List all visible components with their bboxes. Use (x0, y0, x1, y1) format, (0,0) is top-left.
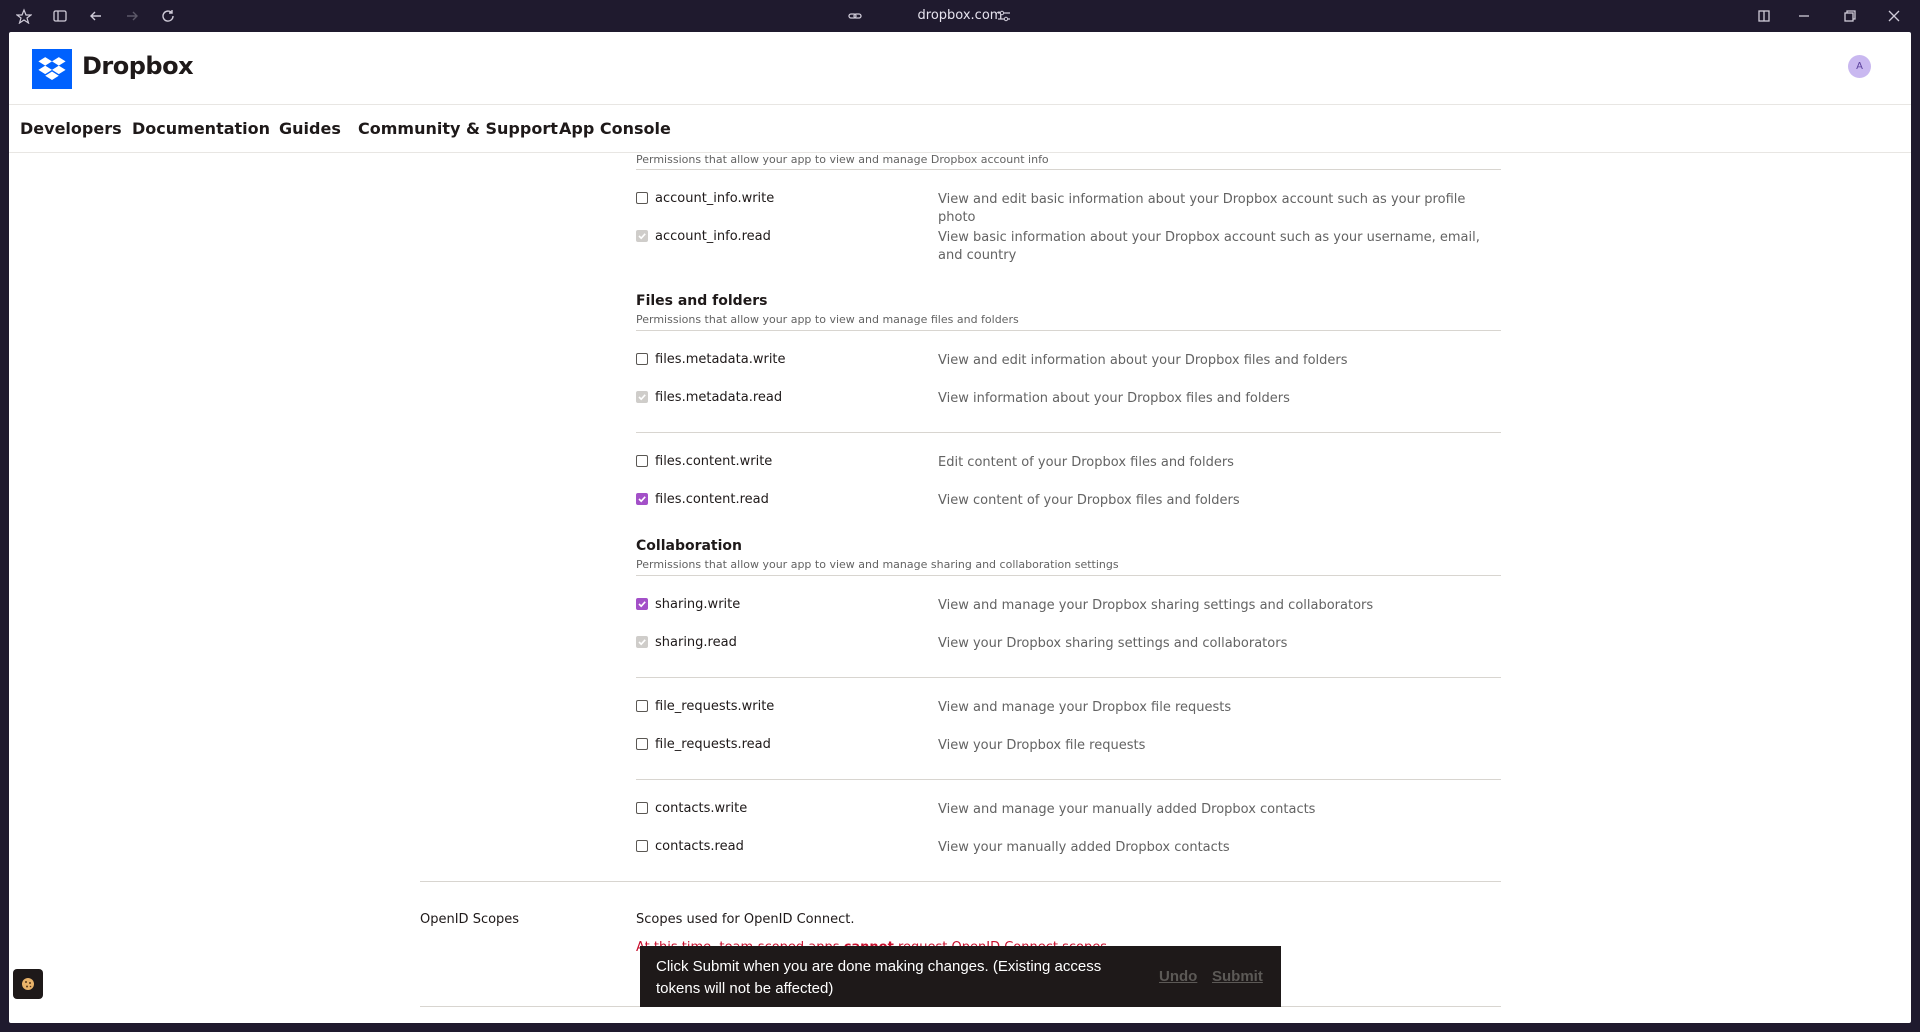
cookie-icon[interactable] (13, 969, 43, 999)
close-icon[interactable] (1884, 6, 1904, 26)
permissions-content: Permissions that allow your app to view … (9, 153, 1911, 1023)
scope-description: View your Dropbox file requests (938, 738, 1146, 753)
scope-checkbox[interactable] (636, 353, 648, 365)
scope-checkbox[interactable] (636, 738, 648, 750)
scope-row: contacts.read View your manually added D… (636, 839, 1501, 859)
scope-checkbox (636, 636, 648, 648)
site-header: Dropbox A (9, 32, 1911, 105)
scope-name: files.metadata.write (655, 352, 786, 367)
scope-description: Edit content of your Dropbox files and f… (938, 455, 1234, 470)
files-section-subtitle: Permissions that allow your app to view … (636, 313, 1019, 326)
scope-row: file_requests.read View your Dropbox fil… (636, 737, 1501, 757)
tune-icon[interactable] (994, 6, 1014, 26)
scope-checkbox[interactable] (636, 840, 648, 852)
main-nav: Developers Documentation Guides Communit… (9, 105, 1911, 153)
scope-name: files.content.write (655, 454, 773, 469)
scope-name: file_requests.write (655, 699, 775, 714)
page-viewport: Dropbox A Developers Documentation Guide… (9, 32, 1911, 1023)
nav-developers[interactable]: Developers (20, 119, 122, 138)
toast-message: Click Submit when you are done making ch… (656, 958, 1102, 997)
collaboration-section-title: Collaboration (636, 538, 743, 554)
scope-row: sharing.write View and manage your Dropb… (636, 597, 1501, 617)
divider (636, 169, 1501, 170)
logo-text[interactable]: Dropbox (82, 52, 194, 80)
scope-name: account_info.write (655, 191, 775, 206)
scope-row: contacts.write View and manage your manu… (636, 801, 1501, 821)
scope-description: View and manage your Dropbox sharing set… (938, 598, 1374, 613)
restore-icon[interactable] (1840, 6, 1860, 26)
scope-description: View content of your Dropbox files and f… (938, 493, 1240, 508)
account-info-subtitle: Permissions that allow your app to view … (636, 153, 1049, 166)
openid-scopes-label: OpenID Scopes (420, 912, 520, 927)
scope-description: View and manage your Dropbox file reques… (938, 700, 1232, 715)
scope-description: View and manage your manually added Drop… (938, 802, 1316, 817)
scope-name: sharing.read (655, 635, 737, 650)
scope-checkbox (636, 391, 648, 403)
scope-description: View basic information about your Dropbo… (938, 230, 1480, 263)
scope-name: contacts.write (655, 801, 748, 816)
divider (636, 330, 1501, 331)
scope-row: files.content.write Edit content of your… (636, 454, 1501, 474)
divider (636, 677, 1501, 678)
nav-guides[interactable]: Guides (279, 119, 341, 138)
scope-description: View and edit basic information about yo… (938, 192, 1466, 225)
divider (636, 432, 1501, 433)
scope-description: View your Dropbox sharing settings and c… (938, 636, 1288, 651)
scope-row: sharing.read View your Dropbox sharing s… (636, 635, 1501, 655)
nav-app-console[interactable]: App Console (559, 119, 671, 138)
avatar[interactable]: A (1848, 55, 1871, 78)
scope-name: files.metadata.read (655, 390, 783, 405)
scope-checkbox[interactable] (636, 598, 648, 610)
scope-checkbox[interactable] (636, 455, 648, 467)
scope-name: contacts.read (655, 839, 744, 854)
split-view-icon[interactable] (1754, 6, 1774, 26)
openid-scopes-description: Scopes used for OpenID Connect. (636, 912, 855, 927)
scope-checkbox[interactable] (636, 700, 648, 712)
address-bar[interactable]: dropbox.com (0, 8, 1920, 23)
divider (636, 575, 1501, 576)
scope-row: files.metadata.read View information abo… (636, 390, 1501, 410)
submit-toast: Click Submit when you are done making ch… (640, 946, 1281, 1007)
scope-row: files.metadata.write View and edit infor… (636, 352, 1501, 372)
submit-button[interactable]: Submit (1212, 968, 1263, 985)
divider (420, 881, 1501, 882)
scope-name: file_requests.read (655, 737, 771, 752)
files-section-title: Files and folders (636, 293, 768, 309)
scope-row: files.content.read View content of your … (636, 492, 1501, 512)
scope-description: View information about your Dropbox file… (938, 391, 1290, 406)
nav-documentation[interactable]: Documentation (132, 119, 270, 138)
scope-checkbox (636, 230, 648, 242)
browser-titlebar: dropbox.com (0, 0, 1920, 32)
collaboration-section-subtitle: Permissions that allow your app to view … (636, 558, 1119, 571)
scope-checkbox[interactable] (636, 192, 648, 204)
scope-name: account_info.read (655, 229, 771, 244)
nav-community-support[interactable]: Community & Support (358, 119, 558, 138)
undo-button[interactable]: Undo (1159, 968, 1197, 985)
scope-description: View your manually added Dropbox contact… (938, 840, 1230, 855)
scope-row: account_info.read View basic information… (636, 229, 1501, 263)
dropbox-logo-icon[interactable] (32, 49, 72, 89)
scope-name: sharing.write (655, 597, 741, 612)
scope-checkbox[interactable] (636, 802, 648, 814)
scope-description: View and edit information about your Dro… (938, 353, 1348, 368)
scope-name: files.content.read (655, 492, 769, 507)
divider (636, 779, 1501, 780)
scope-row: account_info.write View and edit basic i… (636, 191, 1501, 225)
scope-checkbox[interactable] (636, 493, 648, 505)
minimize-icon[interactable] (1794, 6, 1814, 26)
scope-row: file_requests.write View and manage your… (636, 699, 1501, 719)
